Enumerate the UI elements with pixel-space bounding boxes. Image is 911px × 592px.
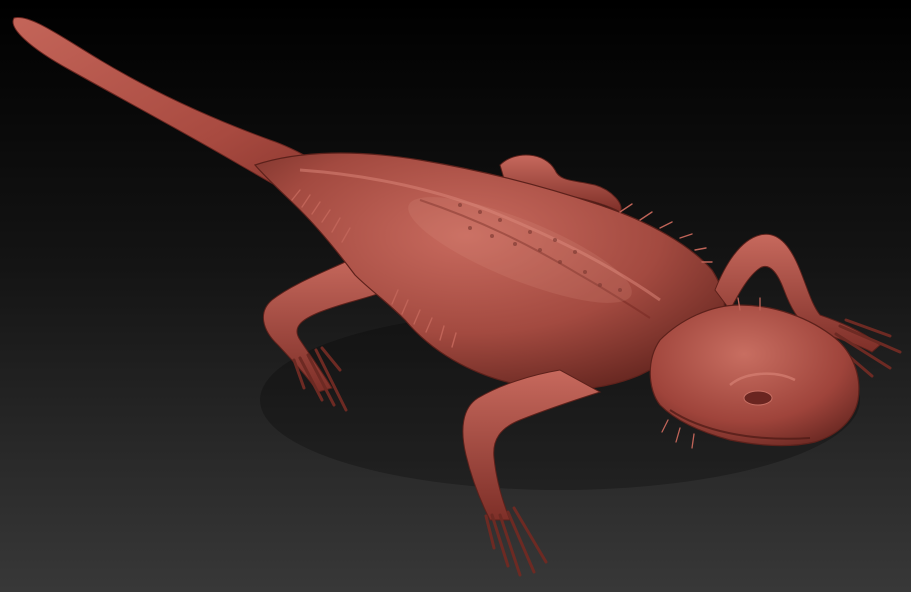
viewport-canvas: [0, 0, 911, 592]
3d-viewport[interactable]: [0, 0, 911, 592]
lizard-eye: [743, 390, 773, 406]
